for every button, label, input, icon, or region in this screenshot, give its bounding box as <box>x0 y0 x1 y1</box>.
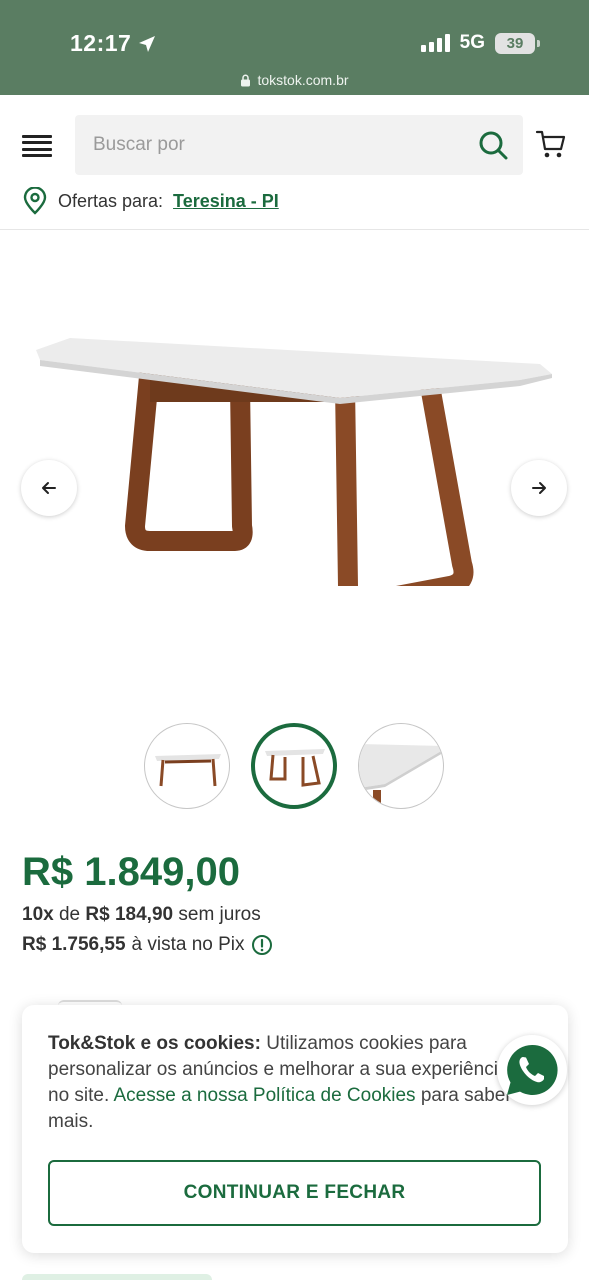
product-gallery <box>0 231 589 711</box>
cookie-policy-link[interactable]: Acesse a nossa Política de Cookies <box>114 1085 416 1106</box>
installments-info: 10x de R$ 184,90 sem juros <box>22 904 261 926</box>
installment-of: de <box>58 904 81 925</box>
product-image-table[interactable] <box>30 286 560 586</box>
battery-icon: 39 <box>495 32 540 54</box>
menu-icon[interactable] <box>22 135 52 157</box>
clock-text: 12:17 <box>70 30 132 56</box>
lock-icon <box>241 74 251 86</box>
battery-level: 39 <box>506 34 524 52</box>
info-icon[interactable] <box>251 934 273 956</box>
thumbnail-strip <box>0 723 589 811</box>
next-image-button[interactable] <box>511 460 567 516</box>
location-arrow-icon <box>139 35 156 52</box>
installment-suffix: sem juros <box>178 904 261 925</box>
url-text: tokstok.com.br <box>257 72 349 88</box>
arrow-left-icon <box>42 482 56 494</box>
bottom-badge-edge <box>22 1274 212 1280</box>
location-pin-icon <box>23 187 47 215</box>
cart-icon[interactable] <box>535 128 567 160</box>
pix-suffix: à vista no Pix <box>131 934 245 955</box>
pix-price: R$ 1.756,55 à vista no Pix <box>22 934 273 956</box>
whatsapp-icon <box>507 1044 558 1095</box>
signal-icon <box>420 34 450 52</box>
thumbnail-2[interactable] <box>251 723 337 809</box>
cookie-consent-card: Tok&Stok e os cookies: Utilizamos cookie… <box>22 1005 568 1253</box>
search-box <box>75 115 523 175</box>
price-main: R$ 1.849,00 <box>22 850 240 894</box>
installment-count: 10x <box>22 904 54 925</box>
location-prefix: Ofertas para: <box>58 190 164 211</box>
arrow-right-icon <box>532 482 546 494</box>
url-bar[interactable]: tokstok.com.br <box>0 72 589 88</box>
prev-image-button[interactable] <box>21 460 77 516</box>
network-label: 5G <box>459 32 485 53</box>
continue-and-close-button[interactable]: CONTINUAR E FECHAR <box>48 1160 541 1226</box>
site-header: Ofertas para: Teresina - PI <box>0 95 589 230</box>
pix-value: R$ 1.756,55 <box>22 934 126 955</box>
location-selector[interactable]: Ofertas para: Teresina - PI <box>22 187 279 215</box>
status-indicators: 5G 39 <box>420 32 540 54</box>
location-city-link[interactable]: Teresina - PI <box>173 191 279 212</box>
search-input[interactable] <box>93 134 477 156</box>
status-bar: 12:17 5G 39 tokstok.com.br <box>0 0 589 95</box>
installment-value: R$ 184,90 <box>85 904 174 925</box>
status-time: 12:17 <box>70 30 157 57</box>
thumbnail-3[interactable] <box>358 723 444 809</box>
search-icon[interactable] <box>477 129 509 161</box>
cookie-message: Tok&Stok e os cookies: Utilizamos cookie… <box>48 1031 518 1135</box>
whatsapp-button[interactable] <box>497 1035 567 1105</box>
cookie-title: Tok&Stok e os cookies: <box>48 1033 261 1054</box>
thumbnail-1[interactable] <box>144 723 230 809</box>
